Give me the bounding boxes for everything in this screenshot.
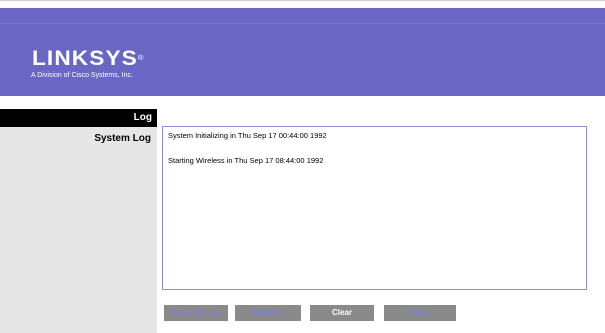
refresh-button[interactable]: Refresh: [235, 305, 301, 321]
section-title-log: Log: [133, 112, 152, 123]
logo-text: LINKSYS: [32, 47, 138, 70]
logo-registered-mark: ®: [137, 55, 145, 62]
header-banner: LINKSYS® A Division of Cisco Systems, In…: [0, 8, 605, 96]
logo-tagline: A Division of Cisco Systems, Inc.: [31, 72, 133, 79]
save-log-button[interactable]: Save the Log: [164, 305, 228, 321]
header-top-band: [0, 8, 605, 24]
system-log-textarea[interactable]: System Initializing in Thu Sep 17 00:44:…: [162, 126, 587, 290]
linksys-logo: LINKSYS®: [32, 47, 145, 70]
sidebar: Log System Log: [0, 96, 157, 333]
close-button[interactable]: Close: [384, 305, 456, 321]
log-line: Starting Wireless in Thu Sep 17 08:44:00…: [168, 156, 324, 165]
log-line: System Initializing in Thu Sep 17 00:44:…: [168, 131, 327, 140]
clear-button[interactable]: Clear: [310, 305, 374, 321]
field-label-system-log: System Log: [94, 133, 151, 144]
top-divider: [0, 0, 605, 1]
